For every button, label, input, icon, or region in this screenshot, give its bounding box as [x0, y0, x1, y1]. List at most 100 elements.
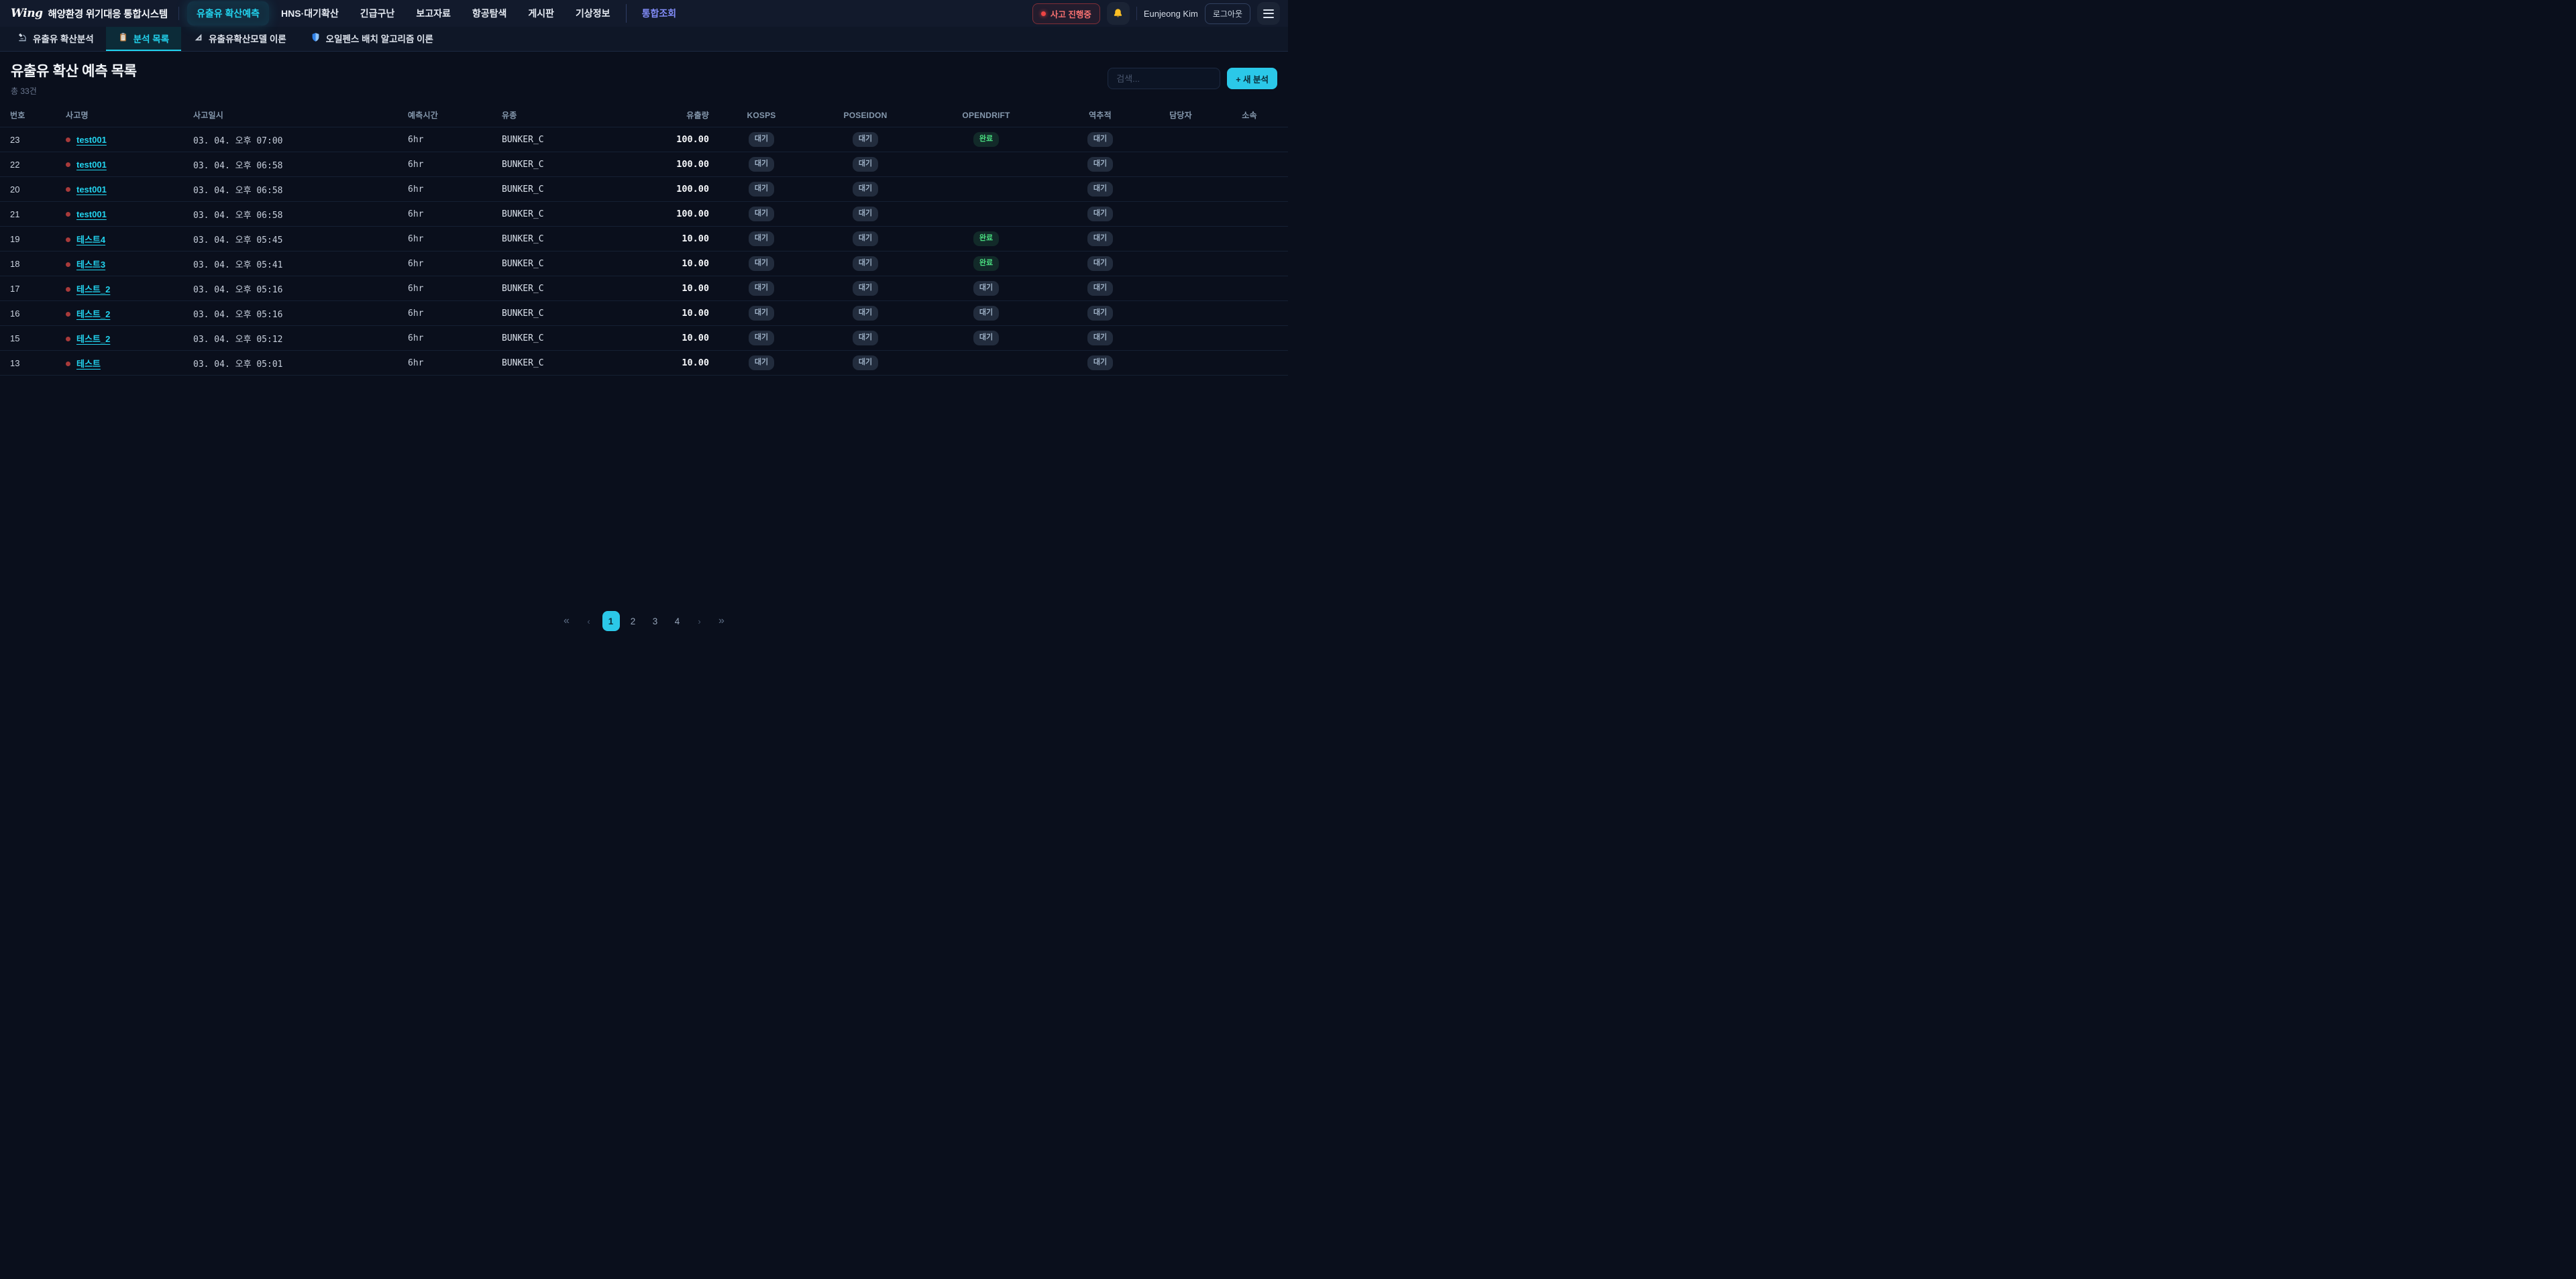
nav-item-weather-info[interactable]: 기상정보 [566, 1, 620, 25]
header-divider [178, 7, 179, 20]
prediction-duration: 6hr [402, 177, 496, 202]
incident-datetime: 03. 04. 오후 05:12 [188, 326, 402, 351]
manager-cell [1150, 202, 1211, 227]
org-cell [1211, 202, 1288, 227]
status-badge: 대기 [749, 182, 774, 197]
status-badge: 대기 [749, 281, 774, 296]
kosps-status-cell: 대기 [714, 202, 808, 227]
menu-button[interactable] [1257, 2, 1280, 25]
backtrack-status-cell: 대기 [1050, 227, 1150, 252]
nav-item-integrated-search[interactable]: 통합조회 [633, 1, 686, 25]
opendrift-status-cell: 완료 [922, 252, 1050, 276]
table-header-row: 번호사고명사고일시예측시간유종유출량KOSPSPOSEIDONOPENDRIFT… [0, 103, 1288, 127]
row-number: 23 [0, 127, 60, 152]
tab-analysis-list[interactable]: 분석 목록 [106, 27, 181, 51]
page-head-left: 유출유 확산 예측 목록 총 33건 [11, 60, 137, 97]
status-badge: 대기 [749, 331, 774, 345]
incident-name-link[interactable]: 테스트3 [76, 260, 105, 270]
oil-type: BUNKER_C [496, 127, 624, 152]
poseidon-status-cell: 대기 [808, 227, 922, 252]
triangular-ruler-icon [193, 32, 203, 42]
incident-badge-label: 사고 진행중 [1051, 7, 1091, 20]
status-badge: 대기 [749, 157, 774, 172]
table-row: 17 테스트_2 03. 04. 오후 05:16 6hr BUNKER_C 1… [0, 276, 1288, 301]
clipboard-icon [118, 32, 128, 42]
status-badge: 대기 [853, 207, 878, 221]
row-number: 13 [0, 351, 60, 376]
incident-name-link[interactable]: 테스트_2 [76, 334, 110, 344]
spill-amount: 100.00 [624, 177, 714, 202]
nav-item-aerial-search[interactable]: 항공탐색 [463, 1, 517, 25]
manager-cell [1150, 227, 1211, 252]
prediction-duration: 6hr [402, 276, 496, 301]
incident-name-cell: 테스트3 [60, 252, 188, 276]
opendrift-status-cell: 대기 [922, 301, 1050, 326]
row-number: 18 [0, 252, 60, 276]
status-badge: 대기 [853, 331, 878, 345]
pagination-prev-button[interactable]: ‹ [580, 611, 598, 631]
incident-datetime: 03. 04. 오후 06:58 [188, 202, 402, 227]
incident-datetime: 03. 04. 오후 06:58 [188, 152, 402, 177]
poseidon-status-cell: 대기 [808, 276, 922, 301]
manager-cell [1150, 351, 1211, 376]
nav-item-hns-air-diffusion[interactable]: HNS·대기확산 [272, 1, 348, 25]
column-header-12: 소속 [1211, 103, 1288, 127]
tab-oil-fence-algorithm-theory[interactable]: 오일펜스 배치 알고리즘 이론 [299, 27, 445, 51]
prediction-duration: 6hr [402, 326, 496, 351]
status-badge: 대기 [1087, 231, 1113, 246]
main-nav: 유출유 확산예측HNS·대기확산긴급구난보고자료항공탐색게시판기상정보 통합조회 [187, 1, 1024, 25]
incident-in-progress-badge[interactable]: 사고 진행중 [1032, 3, 1100, 24]
pagination-page-1[interactable]: 1 [602, 611, 620, 631]
incident-name-link[interactable]: 테스트_2 [76, 309, 110, 319]
logo-wing-icon: Wing [11, 7, 43, 20]
row-number: 21 [0, 202, 60, 227]
opendrift-status-cell: 완료 [922, 127, 1050, 152]
kosps-status-cell: 대기 [714, 227, 808, 252]
pagination-next-button[interactable]: › [691, 611, 708, 631]
status-badge: 대기 [853, 231, 878, 246]
new-analysis-button[interactable]: + 새 분석 [1227, 68, 1277, 89]
spill-amount: 10.00 [624, 227, 714, 252]
column-header-4: 예측시간 [402, 103, 496, 127]
incident-name-link[interactable]: test001 [76, 135, 107, 145]
page-head: 유출유 확산 예측 목록 총 33건 + 새 분석 [0, 52, 1288, 103]
incident-name-link[interactable]: test001 [76, 209, 107, 219]
prediction-duration: 6hr [402, 202, 496, 227]
incident-name-link[interactable]: test001 [76, 184, 107, 194]
nav-item-oil-spill-prediction[interactable]: 유출유 확산예측 [187, 1, 269, 25]
pagination-last-button[interactable]: » [713, 611, 731, 631]
incident-datetime: 03. 04. 오후 06:58 [188, 177, 402, 202]
incident-name-link[interactable]: test001 [76, 160, 107, 170]
status-badge: 대기 [1087, 331, 1113, 345]
incident-dot-icon [66, 287, 70, 292]
oil-type: BUNKER_C [496, 252, 624, 276]
poseidon-status-cell: 대기 [808, 127, 922, 152]
nav-divider [626, 4, 627, 23]
spill-amount: 10.00 [624, 351, 714, 376]
kosps-status-cell: 대기 [714, 177, 808, 202]
row-number: 16 [0, 301, 60, 326]
search-input[interactable] [1108, 68, 1220, 89]
notification-bell-button[interactable] [1107, 2, 1130, 25]
incident-name-link[interactable]: 테스트_2 [76, 284, 110, 294]
oil-type: BUNKER_C [496, 351, 624, 376]
pagination-page-2[interactable]: 2 [625, 611, 642, 631]
incident-name-link[interactable]: 테스트 [76, 359, 101, 369]
nav-item-reports[interactable]: 보고자료 [407, 1, 460, 25]
status-badge: 대기 [973, 331, 999, 345]
logout-button[interactable]: 로그아웃 [1205, 3, 1250, 24]
tab-diffusion-model-theory[interactable]: 유출유확산모델 이론 [181, 27, 299, 51]
backtrack-status-cell: 대기 [1050, 177, 1150, 202]
pagination-first-button[interactable]: « [558, 611, 576, 631]
nav-item-board[interactable]: 게시판 [519, 1, 564, 25]
spill-amount: 10.00 [624, 326, 714, 351]
incident-dot-icon [66, 312, 70, 317]
tab-spill-analysis[interactable]: 유출유 확산분석 [5, 27, 106, 51]
nav-item-emergency-rescue[interactable]: 긴급구난 [351, 1, 405, 25]
incident-name-cell: 테스트_2 [60, 276, 188, 301]
pagination-page-3[interactable]: 3 [647, 611, 664, 631]
table-row: 21 test001 03. 04. 오후 06:58 6hr BUNKER_C… [0, 202, 1288, 227]
pagination-page-4[interactable]: 4 [669, 611, 686, 631]
incident-name-link[interactable]: 테스트4 [76, 235, 105, 245]
incident-datetime: 03. 04. 오후 05:45 [188, 227, 402, 252]
